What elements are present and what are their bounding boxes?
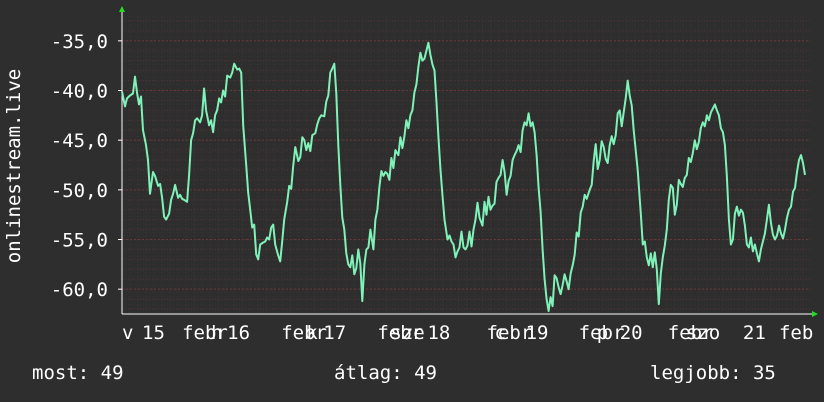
x-axis-arrow-icon bbox=[812, 311, 818, 317]
y-axis-arrow-icon bbox=[119, 6, 125, 12]
y-tick-label: -35,0 bbox=[51, 31, 108, 53]
average-value-label: átlag: 49 bbox=[334, 362, 437, 384]
x-tick-label: v bbox=[122, 322, 133, 344]
x-tick-label: 17 bbox=[323, 322, 346, 344]
x-tick-label: 18 bbox=[427, 322, 450, 344]
x-tick-label: k bbox=[306, 322, 318, 344]
x-tick-label: 20 bbox=[620, 322, 643, 344]
y-tick-label: -50,0 bbox=[51, 180, 108, 202]
y-axis-label: onlinestream.live bbox=[3, 69, 25, 263]
x-tick-label: feb bbox=[779, 322, 813, 344]
x-tick-label: h bbox=[211, 322, 222, 344]
chart-grid bbox=[121, 16, 810, 314]
y-tick-labels: -35,0 -40,0 -45,0 -50,0 -55,0 -60,0 bbox=[51, 31, 122, 301]
y-tick-label: -60,0 bbox=[51, 279, 108, 301]
x-tick-label: sze bbox=[390, 322, 424, 344]
x-tick-label: szo bbox=[686, 322, 720, 344]
x-tick-label: 21 bbox=[743, 322, 766, 344]
x-tick-label: febr bbox=[281, 322, 327, 344]
current-value-label: most: 49 bbox=[32, 362, 124, 384]
y-tick-label: -45,0 bbox=[51, 130, 108, 152]
x-tick-labels: v 15 febrh 16 febrk 17 febrsze 18 febrc 19 febrp 20… bbox=[122, 322, 813, 344]
best-value-label: legjobb: 35 bbox=[650, 362, 776, 384]
x-tick-label: p bbox=[597, 322, 608, 344]
x-tick-label: 19 bbox=[526, 322, 549, 344]
x-tick-label: 15 bbox=[142, 322, 165, 344]
chart-panel: -35,0 -40,0 -45,0 -50,0 -55,0 -60,0 v 15 febr h 1… bbox=[0, 0, 824, 402]
x-tick-label: 16 bbox=[227, 322, 250, 344]
y-tick-label: -40,0 bbox=[51, 81, 108, 103]
line-chart: -35,0-40,0-45,0-50,0-55,0-60,0 v 15 febrh 1… bbox=[3, 6, 818, 344]
y-tick-label: -55,0 bbox=[51, 230, 108, 252]
x-tick-label: c bbox=[495, 322, 506, 344]
